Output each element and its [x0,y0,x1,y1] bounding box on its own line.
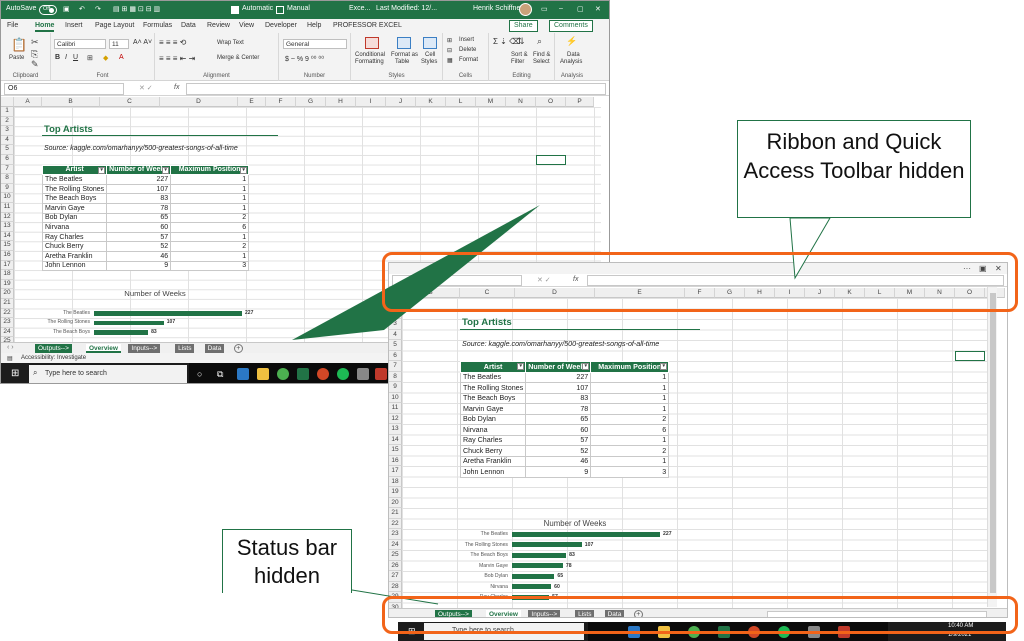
status-hidden-callout: Status bar hidden [222,529,352,593]
ribbon-highlight-box [382,252,1018,312]
statusbar-highlight-box [382,596,1018,634]
ribbon-hidden-text: Ribbon and Quick Access Toolbar hidden [743,129,965,183]
callout-arrows [292,205,831,605]
ribbon-hidden-callout: Ribbon and Quick Access Toolbar hidden [737,120,971,218]
status-hidden-text: Status bar hidden [236,535,338,588]
